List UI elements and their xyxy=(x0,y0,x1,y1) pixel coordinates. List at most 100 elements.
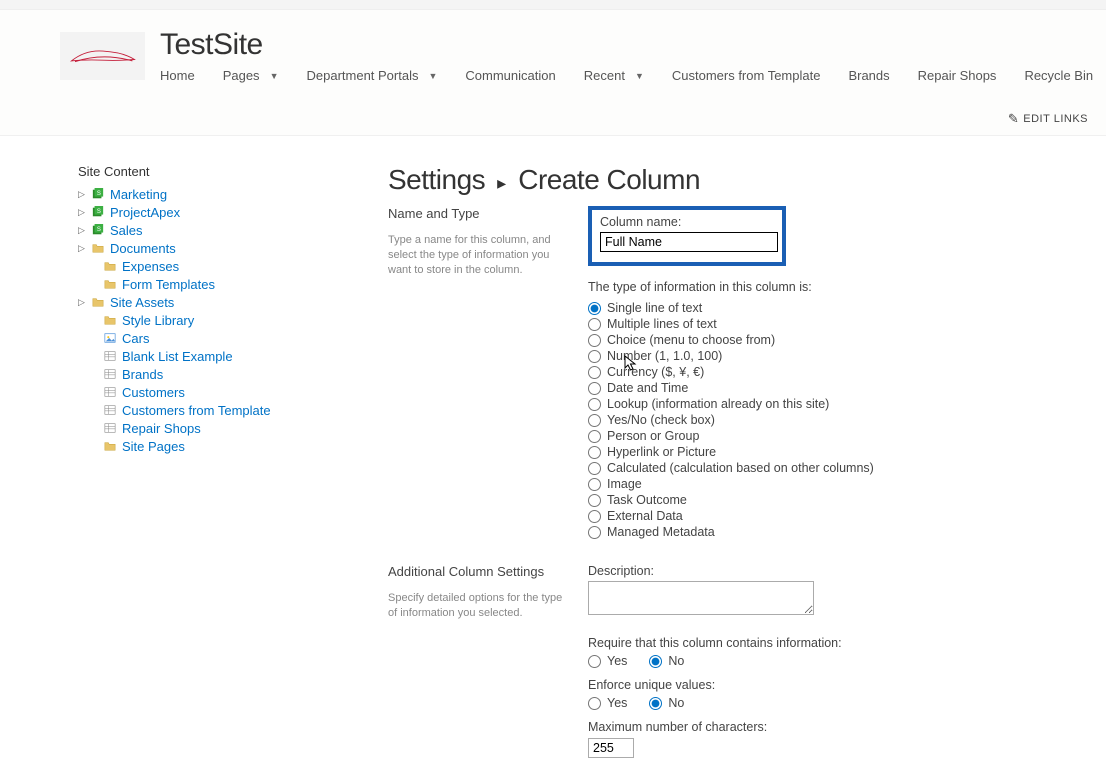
sidebar-item[interactable]: ▷ Documents xyxy=(78,239,388,257)
column-type-radio[interactable] xyxy=(588,318,601,331)
sidebar-item[interactable]: Repair Shops xyxy=(78,419,388,437)
column-type-radio[interactable] xyxy=(588,382,601,395)
breadcrumb-settings[interactable]: Settings xyxy=(388,164,485,196)
breadcrumb-create-column: Create Column xyxy=(518,164,700,196)
site-title[interactable]: TestSite xyxy=(160,30,1106,60)
column-type-option[interactable]: Single line of text xyxy=(588,300,1076,316)
site-logo[interactable] xyxy=(60,32,145,80)
sidebar-item-link[interactable]: Form Templates xyxy=(122,277,215,292)
column-type-radio[interactable] xyxy=(588,462,601,475)
column-type-radio[interactable] xyxy=(588,446,601,459)
column-type-radio[interactable] xyxy=(588,334,601,347)
sidebar-item-link[interactable]: Expenses xyxy=(122,259,179,274)
unique-no-radio[interactable] xyxy=(649,697,662,710)
edit-links-button[interactable]: ✎EDIT LINKS xyxy=(1008,111,1088,127)
sidebar-item-link[interactable]: Repair Shops xyxy=(122,421,201,436)
sidebar-item[interactable]: Site Pages xyxy=(78,437,388,455)
column-type-option[interactable]: Number (1, 1.0, 100) xyxy=(588,348,1076,364)
sidebar-item[interactable]: ▷SSales xyxy=(78,221,388,239)
sidebar-item[interactable]: ▷ Site Assets xyxy=(78,293,388,311)
sidebar-item[interactable]: Customers from Template xyxy=(78,401,388,419)
sidebar-item[interactable]: Blank List Example xyxy=(78,347,388,365)
sidebar-item-link[interactable]: Customers from Template xyxy=(122,403,271,418)
description-textarea[interactable] xyxy=(588,581,814,615)
sidebar-item-link[interactable]: Site Pages xyxy=(122,439,185,454)
sidebar-item-link[interactable]: Blank List Example xyxy=(122,349,233,364)
radio-label: Currency ($, ¥, €) xyxy=(607,365,704,379)
tree-expander-icon[interactable]: ▷ xyxy=(78,189,86,200)
column-type-option[interactable]: External Data xyxy=(588,508,1076,524)
require-no-option[interactable]: No xyxy=(649,654,684,668)
column-type-radio[interactable] xyxy=(588,414,601,427)
sidebar-item[interactable]: ▷SProjectApex xyxy=(78,203,388,221)
sidebar-item-link[interactable]: Brands xyxy=(122,367,163,382)
tree-expander-icon[interactable]: ▷ xyxy=(78,225,86,236)
nav-recycle-bin[interactable]: Recycle Bin xyxy=(1024,68,1093,83)
column-type-option[interactable]: Calculated (calculation based on other c… xyxy=(588,460,1076,476)
column-type-option[interactable]: Image xyxy=(588,476,1076,492)
sidebar-item-link[interactable]: ProjectApex xyxy=(110,205,180,220)
nav-repair-shops[interactable]: Repair Shops xyxy=(918,68,997,83)
sidebar-item[interactable]: Form Templates xyxy=(78,275,388,293)
column-type-option[interactable]: Date and Time xyxy=(588,380,1076,396)
sidebar-item-link[interactable]: Site Assets xyxy=(110,295,174,310)
column-type-radio[interactable] xyxy=(588,526,601,539)
nav-pages[interactable]: Pages ▼ xyxy=(223,68,279,83)
breadcrumb-separator-icon: ▸ xyxy=(497,173,506,194)
chevron-down-icon: ▼ xyxy=(270,71,279,81)
column-type-option[interactable]: Person or Group xyxy=(588,428,1076,444)
column-type-option[interactable]: Choice (menu to choose from) xyxy=(588,332,1076,348)
column-type-option[interactable]: Lookup (information already on this site… xyxy=(588,396,1076,412)
sidebar-item-link[interactable]: Sales xyxy=(110,223,143,238)
tree-expander-icon[interactable]: ▷ xyxy=(78,297,86,308)
section-additional-settings: Additional Column Settings Specify detai… xyxy=(388,564,1076,758)
column-type-radio[interactable] xyxy=(588,302,601,315)
nav-recent[interactable]: Recent▼ xyxy=(584,68,644,83)
sidebar-item[interactable]: Brands xyxy=(78,365,388,383)
column-type-radio[interactable] xyxy=(588,430,601,443)
unique-no-option[interactable]: No xyxy=(649,696,684,710)
column-type-option[interactable]: Yes/No (check box) xyxy=(588,412,1076,428)
chevron-down-icon: ▼ xyxy=(635,71,644,81)
nav-home[interactable]: Home xyxy=(160,68,195,83)
sidebar-item[interactable]: Style Library xyxy=(78,311,388,329)
nav-brands[interactable]: Brands xyxy=(848,68,889,83)
tree-expander-icon[interactable]: ▷ xyxy=(78,243,86,254)
require-no-radio[interactable] xyxy=(649,655,662,668)
sidebar-item[interactable]: ▷ S Marketing xyxy=(78,185,388,203)
unique-yes-option[interactable]: Yes xyxy=(588,696,627,710)
column-type-radio[interactable] xyxy=(588,494,601,507)
require-yes-radio[interactable] xyxy=(588,655,601,668)
column-type-radio[interactable] xyxy=(588,510,601,523)
column-type-option[interactable]: Managed Metadata xyxy=(588,524,1076,540)
nav-customers-from-template[interactable]: Customers from Template xyxy=(672,68,821,83)
max-chars-input[interactable] xyxy=(588,738,634,758)
column-type-option[interactable]: Multiple lines of text xyxy=(588,316,1076,332)
sidebar-item-link[interactable]: Style Library xyxy=(122,313,194,328)
radio-label: No xyxy=(668,654,684,668)
column-type-option[interactable]: Hyperlink or Picture xyxy=(588,444,1076,460)
unique-yes-radio[interactable] xyxy=(588,697,601,710)
column-type-option[interactable]: Task Outcome xyxy=(588,492,1076,508)
nav-department-portals[interactable]: Department Portals▼ xyxy=(306,68,437,83)
nav-label: Pages xyxy=(223,68,260,83)
column-type-radio[interactable] xyxy=(588,398,601,411)
sidebar-item-link[interactable]: Marketing xyxy=(110,187,167,202)
sidebar-item[interactable]: Customers xyxy=(78,383,388,401)
radio-label: Single line of text xyxy=(607,301,702,315)
sidebar-item-link[interactable]: Customers xyxy=(122,385,185,400)
column-type-radio[interactable] xyxy=(588,350,601,363)
sp-green-icon: S xyxy=(91,187,105,201)
column-type-radio[interactable] xyxy=(588,478,601,491)
column-type-option[interactable]: Currency ($, ¥, €) xyxy=(588,364,1076,380)
column-name-input[interactable] xyxy=(600,232,778,252)
list-icon xyxy=(103,367,117,381)
sidebar-item-link[interactable]: Documents xyxy=(110,241,176,256)
column-type-radio[interactable] xyxy=(588,366,601,379)
require-yes-option[interactable]: Yes xyxy=(588,654,627,668)
sidebar-item-link[interactable]: Cars xyxy=(122,331,149,346)
sidebar-item[interactable]: Cars xyxy=(78,329,388,347)
nav-communication[interactable]: Communication xyxy=(465,68,555,83)
tree-expander-icon[interactable]: ▷ xyxy=(78,207,86,218)
sidebar-item[interactable]: Expenses xyxy=(78,257,388,275)
